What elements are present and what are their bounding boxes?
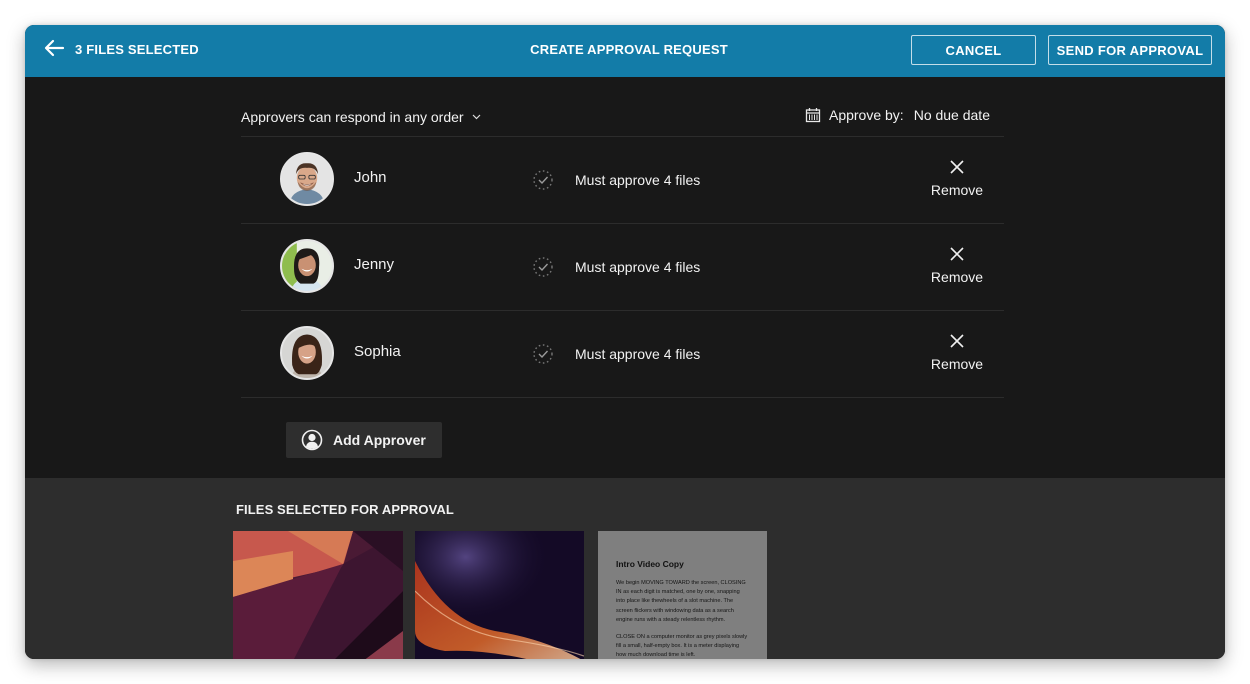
avatar	[280, 326, 334, 380]
file-thumbnail-document[interactable]: Intro Video Copy We begin MOVING TOWARD …	[598, 531, 767, 659]
avatar-photo	[282, 328, 332, 378]
approver-name: Jenny	[354, 256, 395, 273]
approval-dialog: 3 FILES SELECTED CREATE APPROVAL REQUEST…	[25, 25, 1225, 659]
approve-by-label: Approve by:	[828, 107, 904, 123]
user-circle-icon	[301, 429, 323, 451]
avatar	[280, 152, 334, 206]
pending-check-icon	[533, 257, 553, 277]
response-order-label: Approvers can respond in any order	[241, 109, 464, 125]
abstract-polygon-image	[233, 531, 403, 659]
document-paragraph: We begin MOVING TOWARD the screen, CLOSI…	[616, 580, 746, 623]
approver-row: Sophia Must approve 4 files Remove	[241, 311, 1004, 397]
avatar	[280, 239, 334, 293]
divider	[241, 397, 1004, 398]
pending-check-icon	[533, 170, 553, 190]
calendar-icon	[805, 108, 821, 123]
remove-label: Remove	[930, 269, 984, 285]
close-icon	[950, 334, 964, 348]
add-approver-label: Add Approver	[333, 432, 426, 448]
approval-requirement: Must approve 4 files	[575, 346, 701, 362]
avatar-photo	[282, 154, 332, 204]
document-title: Intro Video Copy	[616, 559, 684, 569]
remove-approver-button[interactable]: Remove	[923, 333, 991, 379]
avatar-photo	[282, 241, 332, 291]
approval-requirement: Must approve 4 files	[575, 259, 701, 275]
close-icon	[950, 160, 964, 174]
page-title: CREATE APPROVAL REQUEST	[530, 42, 728, 57]
chevron-down-icon	[472, 114, 481, 120]
approver-name: Sophia	[354, 343, 401, 360]
approvers-panel: Approvers can respond in any order Appro…	[25, 77, 1225, 478]
approver-list: John Must approve 4 files Remove Jenny M…	[241, 136, 1004, 398]
approver-row: John Must approve 4 files Remove	[241, 137, 1004, 223]
file-thumbnail[interactable]	[233, 531, 403, 659]
approval-requirement: Must approve 4 files	[575, 172, 701, 188]
response-order-dropdown[interactable]: Approvers can respond in any order	[241, 109, 481, 125]
remove-approver-button[interactable]: Remove	[923, 246, 991, 292]
send-for-approval-button[interactable]: SEND FOR APPROVAL	[1048, 35, 1212, 65]
remove-approver-button[interactable]: Remove	[923, 159, 991, 205]
add-approver-button[interactable]: Add Approver	[286, 422, 442, 458]
approver-name: John	[354, 169, 387, 186]
close-icon	[950, 247, 964, 261]
pending-check-icon	[533, 344, 553, 364]
files-section: FILES SELECTED FOR APPROVAL Intro Video …	[25, 478, 1225, 659]
approver-row: Jenny Must approve 4 files Remove	[241, 224, 1004, 310]
files-section-title: FILES SELECTED FOR APPROVAL	[236, 502, 454, 517]
remove-label: Remove	[930, 356, 984, 372]
approve-by-value: No due date	[913, 107, 990, 123]
document-paragraph: CLOSE ON a computer monitor as grey pixe…	[616, 634, 748, 659]
file-thumbnail[interactable]	[415, 531, 584, 659]
due-date-picker[interactable]: Approve by: No due date	[805, 107, 990, 123]
particle-wave-image	[415, 531, 584, 659]
header-bar: 3 FILES SELECTED CREATE APPROVAL REQUEST…	[25, 25, 1225, 77]
remove-label: Remove	[930, 182, 984, 198]
cancel-button[interactable]: CANCEL	[911, 35, 1036, 65]
